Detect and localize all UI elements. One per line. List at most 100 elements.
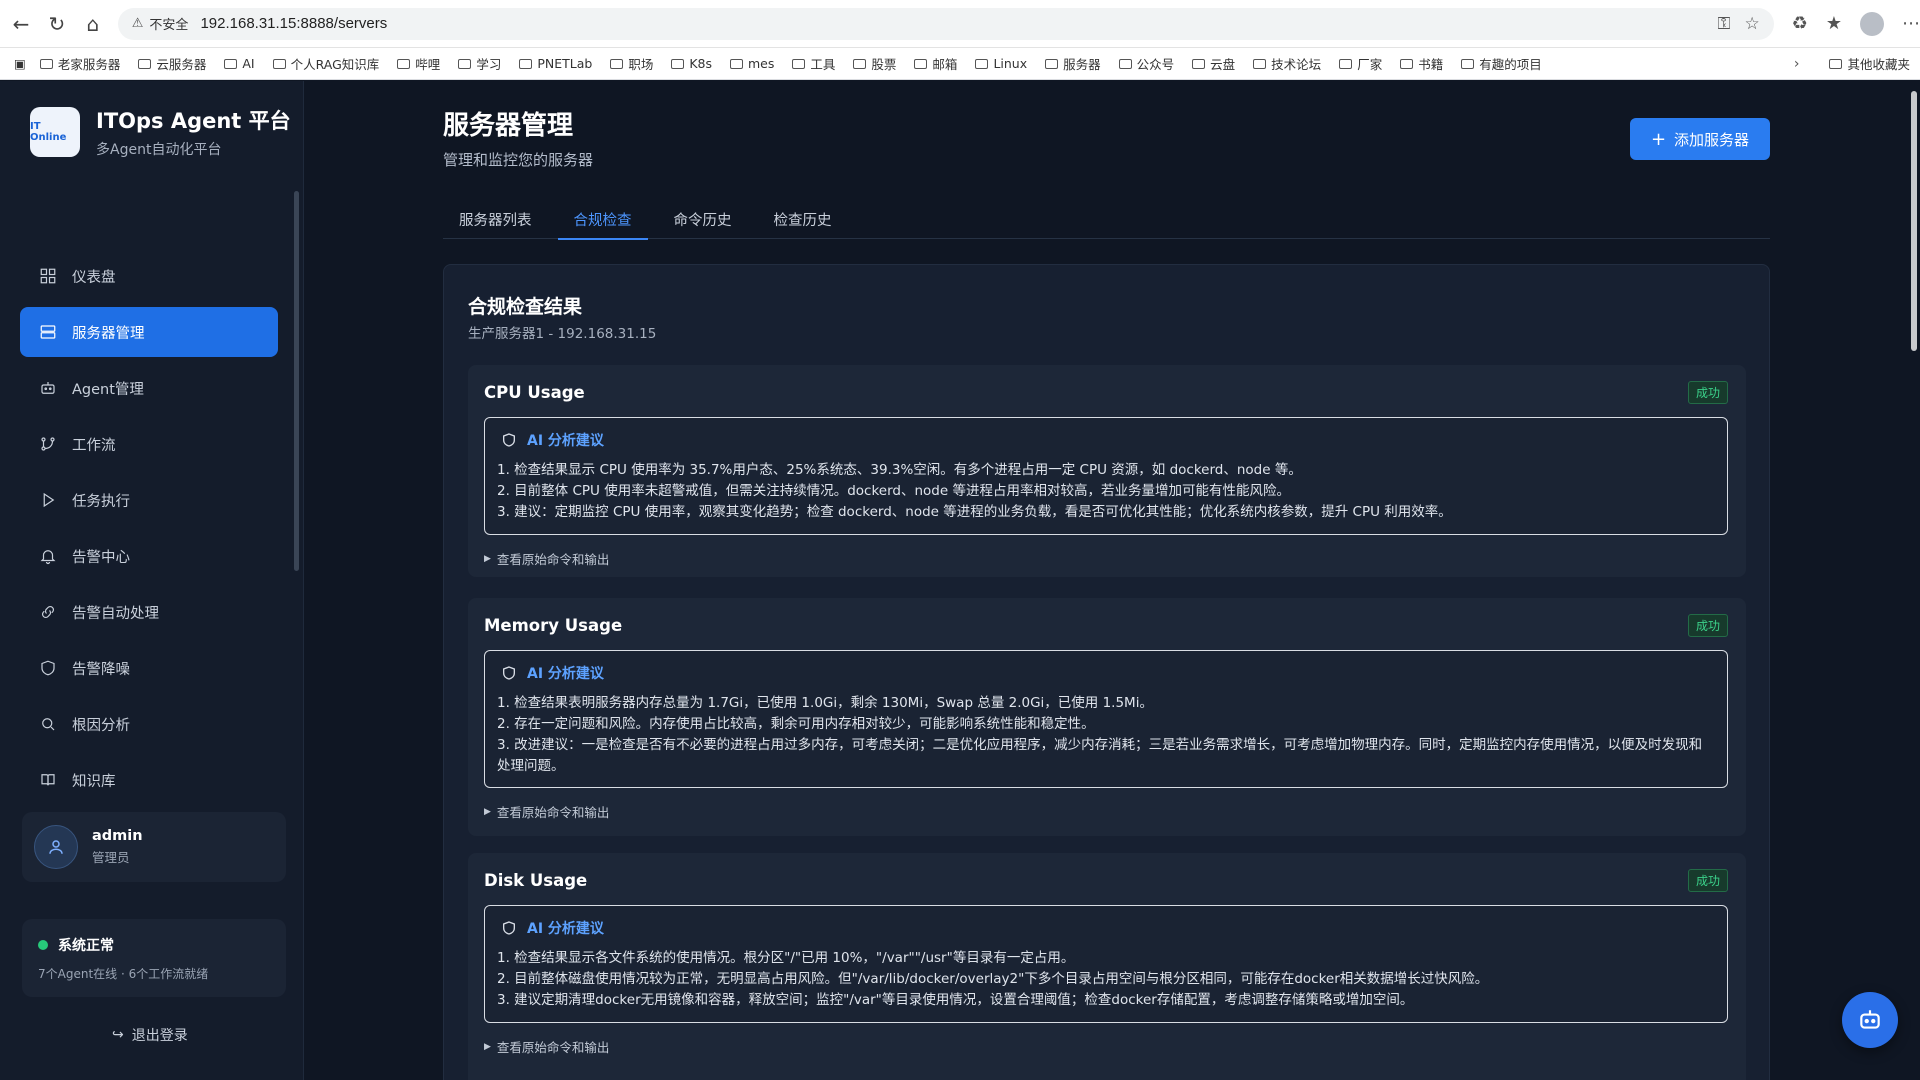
bookmark-item[interactable]: 技术论坛 [1253,54,1321,73]
ai-suggestion-line: 3. 改进建议：一是检查是否有不必要的进程占用过多内存，可考虑关闭；二是优化应用… [497,737,1703,774]
extensions-icon[interactable]: ♻ [1792,13,1808,34]
folder-icon [1339,58,1353,69]
back-icon[interactable]: ← [6,9,36,39]
bookmark-item[interactable]: AI [224,56,255,71]
check-title: Disk Usage [484,871,588,890]
bookmark-item[interactable]: mes [730,56,774,71]
bookmark-item[interactable]: 个人RAG知识库 [272,54,379,73]
main-content: 服务器管理 管理和监控您的服务器 + 添加服务器 服务器列表 合规检查 命令历史 检查… [305,81,1920,1080]
sidebar: IT Online ITOps Agent 平台 多Agent自动化平台 仪表盘… [0,81,304,1080]
bookmark-item[interactable]: 工具 [792,54,835,73]
more-icon[interactable]: ⋯ [1902,13,1920,34]
bookmark-item[interactable]: 云服务器 [138,54,206,73]
page-subtitle: 管理和监控您的服务器 [443,151,594,169]
sidebar-item-play[interactable]: 任务执行 [20,475,278,525]
bookmark-item[interactable]: Linux [975,56,1027,71]
logout-icon: ↪ [112,1027,124,1043]
star-icon[interactable]: ☆ [1744,14,1759,34]
bookmark-item[interactable]: 厂家 [1339,54,1382,73]
insecure-label: 不安全 [149,18,189,33]
link-icon [38,602,58,622]
bookmark-item[interactable]: 学习 [458,54,501,73]
sidebar-item-label: 告警降噪 [72,661,130,678]
assistant-bot-button[interactable] [1842,992,1898,1048]
bookmark-item[interactable]: 公众号 [1118,54,1174,73]
sidebar-menu: 仪表盘服务器管理 Agent管理工作流任务执行告警中心告警自动处理 告警降噪根因分析… [20,251,278,867]
bookmark-item[interactable]: K8s [671,56,712,71]
sidebar-item-dashboard[interactable]: 仪表盘 [20,251,278,301]
page-scrollbar[interactable] [1911,91,1917,351]
sidebar-item-workflow[interactable]: 工作流 [20,419,278,469]
bookmark-item[interactable]: 书籍 [1400,54,1443,73]
bookmark-item[interactable]: 职场 [610,54,653,73]
sidebar-item-label: 知识库 [72,773,116,790]
brand: IT Online ITOps Agent 平台 多Agent自动化平台 [30,105,291,159]
dashboard-icon [38,266,58,286]
sidebar-item-server[interactable]: 服务器管理 [20,307,278,357]
caret-right-icon: ▶ [484,553,491,564]
tab-item[interactable]: 合规检查 [557,199,648,240]
folder-icon [1829,58,1843,69]
bookmark-item[interactable]: 有趣的项目 [1461,54,1542,73]
sidebar-item-label: 任务执行 [72,493,130,510]
check-title: CPU Usage [484,383,585,402]
folder-icon [671,58,685,69]
ai-suggestion-line: 2. 存在一定问题和风险。内存使用占比较高，剩余可用内存相对较少，可能影响系统性… [497,716,1095,732]
shield-icon [38,658,58,678]
tab-item[interactable]: 检查历史 [758,199,848,239]
sidebar-item-link[interactable]: 告警自动处理 [20,587,278,637]
bookmark-item[interactable]: 股票 [853,54,896,73]
bookmark-item[interactable]: 服务器 [1045,54,1101,73]
sidebar-scrollbar[interactable] [294,191,299,571]
bookmark-item[interactable]: PNETLab [519,56,592,71]
folder-icon [853,58,867,69]
ai-suggestion-line: 3. 建议定期清理docker无用镜像和容器，释放空间；监控"/var"等目录使… [497,992,1414,1008]
bookmark-item[interactable]: 邮箱 [914,54,957,73]
shield-icon [503,666,515,680]
add-server-button[interactable]: + 添加服务器 [1630,118,1770,160]
favorites-icon[interactable]: ★ [1826,13,1842,34]
sidebar-item-book[interactable]: 知识库 [20,755,278,805]
sidebar-item-search[interactable]: 根因分析 [20,699,278,749]
folder-icon [397,58,411,69]
bookmark-item[interactable]: 老家服务器 [39,54,120,73]
logout-button[interactable]: ↪ 退出登录 [112,1025,188,1045]
check-title: Memory Usage [484,616,623,635]
tab-item[interactable]: 服务器列表 [443,199,548,239]
sidebar-item-label: 告警自动处理 [72,605,159,622]
folder-icon [975,58,989,69]
profile-avatar[interactable] [1859,11,1884,36]
sidebar-item-label: 工作流 [72,437,116,454]
sidebar-item-label: 仪表盘 [72,269,116,286]
tab-item[interactable]: 命令历史 [658,199,748,239]
bookmark-apps-icon[interactable]: ▣ [14,56,26,71]
address-bar[interactable]: ⚠ 不安全 192.168.31.15:8888/servers ⚿ ☆ [117,7,1774,40]
reload-icon[interactable]: ↻ [42,9,72,39]
ai-suggestion-line: 1. 检查结果显示 CPU 使用率为 35.7%用户态、25%系统态、39.3%… [497,462,1302,478]
toggle-raw-output[interactable]: ▶ 查看原始命令和输出 [484,802,609,821]
folder-icon [1461,58,1475,69]
sidebar-item-robot[interactable]: Agent管理 [20,363,278,413]
user-card[interactable]: admin 管理员 [22,812,286,882]
ai-analysis-box: AI 分析建议 1. 检查结果显示 CPU 使用率为 35.7%用户态、25%系统… [484,417,1728,535]
bookmark-item[interactable]: 云盘 [1192,54,1235,73]
toggle-raw-output[interactable]: ▶ 查看原始命令和输出 [484,549,609,568]
other-bookmarks[interactable]: › 其他收藏夹 [1794,54,1910,73]
folder-icon [792,58,806,69]
url-text[interactable]: 192.168.31.15:8888/servers [200,15,387,32]
status-badge: 成功 [1687,869,1728,892]
key-icon[interactable]: ⚿ [1718,14,1731,34]
system-status-detail: 7个Agent在线 · 6个工作流就绪 [38,967,209,981]
bookmark-item[interactable]: 哔哩 [397,54,440,73]
sidebar-item-shield[interactable]: 告警降噪 [20,643,278,693]
brand-logo: IT Online [30,107,80,157]
folder-icon [730,58,743,69]
folder-icon [519,58,533,69]
app-root: IT Online ITOps Agent 平台 多Agent自动化平台 仪表盘… [0,81,1920,1080]
chevron-right-icon[interactable]: › [1794,56,1800,72]
folder-icon [458,58,472,69]
user-name: admin [92,828,143,844]
sidebar-item-bell[interactable]: 告警中心 [20,531,278,581]
home-icon[interactable]: ⌂ [78,9,108,39]
toggle-raw-output[interactable]: ▶ 查看原始命令和输出 [484,1037,609,1056]
